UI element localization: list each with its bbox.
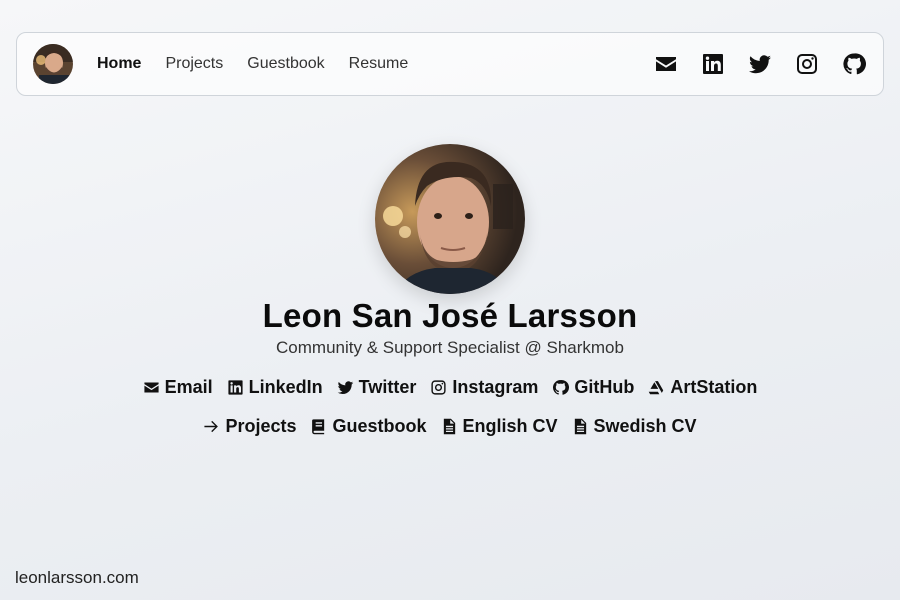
instagram-icon[interactable] — [794, 51, 820, 77]
file-icon — [443, 418, 455, 434]
twitter-link[interactable]: Twitter — [337, 376, 417, 398]
projects-link[interactable]: Projects — [203, 415, 296, 437]
nav-link-projects[interactable]: Projects — [165, 55, 223, 73]
nav-link-home[interactable]: Home — [97, 55, 141, 73]
english-cv-link[interactable]: English CV — [441, 415, 558, 437]
artstation-link-label: ArtStation — [670, 376, 758, 397]
linkedin-link-label: LinkedIn — [248, 376, 323, 397]
nav-link-resume[interactable]: Resume — [349, 55, 409, 73]
social-links-row: Email LinkedIn Twitter Instagram GitHub … — [0, 376, 900, 398]
email-link[interactable]: Email — [143, 376, 213, 398]
email-link-label: Email — [164, 376, 213, 397]
github-link-label: GitHub — [574, 376, 635, 397]
twitter-icon[interactable] — [747, 51, 773, 77]
instagram-link-label: Instagram — [452, 376, 539, 397]
arrow-right-icon — [204, 420, 219, 432]
artstation-icon — [649, 380, 664, 394]
nav-link-guestbook[interactable]: Guestbook — [247, 55, 324, 73]
envelope-icon[interactable] — [653, 51, 679, 77]
swedish-cv-link[interactable]: Swedish CV — [572, 415, 697, 437]
linkedin-icon[interactable] — [700, 51, 726, 77]
navbar: Home Projects Guestbook Resume — [16, 32, 884, 96]
artstation-link[interactable]: ArtStation — [648, 376, 757, 398]
english-cv-link-label: English CV — [462, 415, 558, 436]
instagram-link[interactable]: Instagram — [430, 376, 538, 398]
projects-link-label: Projects — [225, 415, 297, 436]
nav-links: Home Projects Guestbook Resume — [97, 55, 432, 73]
swedish-cv-link-label: Swedish CV — [593, 415, 697, 436]
book-icon — [312, 418, 325, 434]
twitter-icon — [337, 380, 353, 394]
instagram-icon — [431, 379, 446, 395]
profile-photo — [375, 144, 525, 294]
linkedin-link[interactable]: LinkedIn — [227, 376, 323, 398]
profile-subtitle: Community & Support Specialist @ Sharkmo… — [276, 338, 624, 357]
envelope-icon — [144, 382, 159, 392]
twitter-link-label: Twitter — [358, 376, 417, 397]
file-icon — [574, 418, 586, 434]
github-icon[interactable] — [841, 51, 867, 77]
github-icon — [553, 379, 570, 395]
nav-social-icons — [632, 51, 867, 77]
page-links-row: Projects Guestbook English CV Swedish CV — [0, 415, 900, 437]
guestbook-link[interactable]: Guestbook — [310, 415, 427, 437]
linkedin-icon — [228, 379, 243, 395]
profile-name: Leon San José Larsson — [262, 297, 638, 334]
github-link[interactable]: GitHub — [552, 376, 634, 398]
footer-domain: leonlarsson.com — [15, 568, 139, 587]
nav-avatar[interactable] — [33, 44, 73, 84]
guestbook-link-label: Guestbook — [332, 415, 427, 436]
